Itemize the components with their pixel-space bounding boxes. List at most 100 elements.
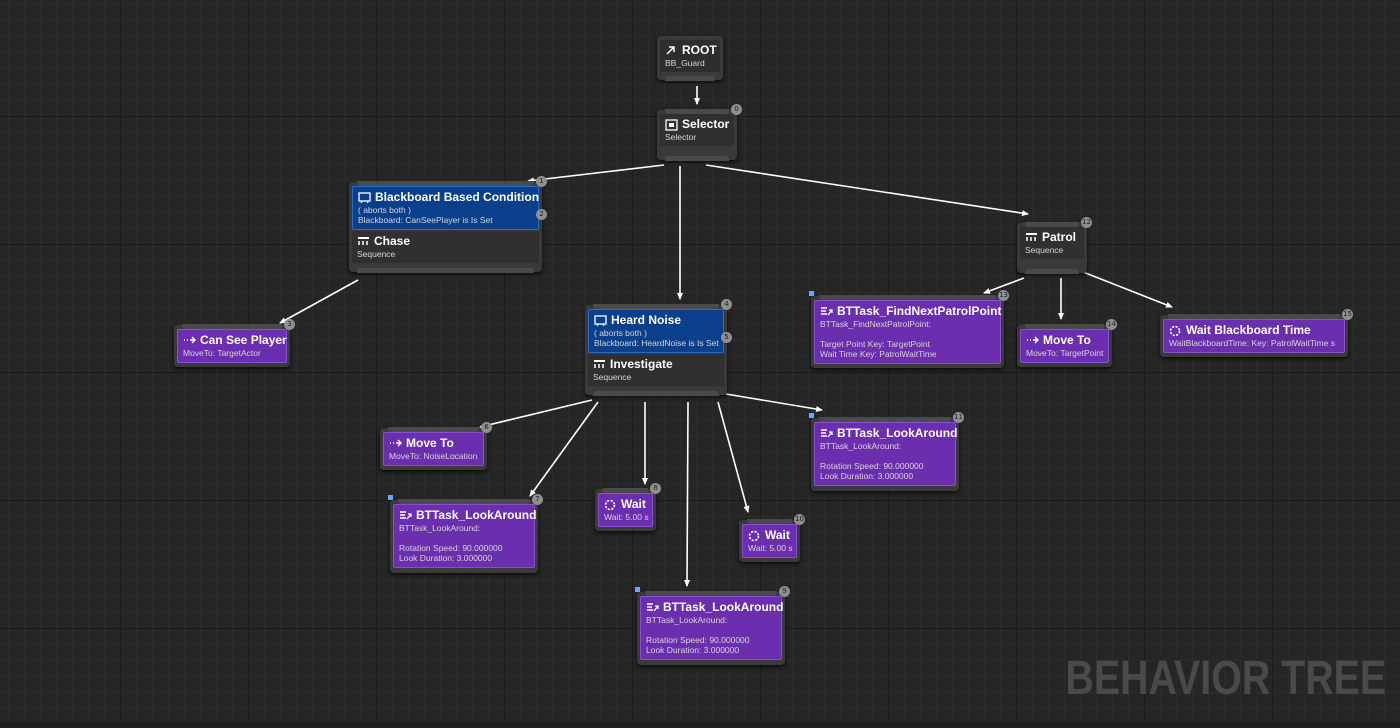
investigate-title: Investigate [610, 357, 673, 371]
breakpoint-marker [388, 495, 393, 500]
lookaround-3-body: BTTask_LookAround BTTask_LookAround: Rot… [814, 422, 958, 486]
lookaround-node-1[interactable]: 7 BTTask_LookAround BTTask_LookAround: R… [388, 494, 543, 573]
selector-node[interactable]: 0 Selector Selector [657, 104, 742, 161]
decorator-abort: ( aborts both ) [358, 205, 411, 215]
wait-1-duration: Wait: 5.00 s [604, 512, 649, 522]
patrol-body: Patrol Sequence [1020, 227, 1084, 259]
task-icon [646, 602, 659, 613]
task-icon [820, 428, 833, 439]
move-to-target-title: Move To [1043, 333, 1091, 347]
wait-2-body: Wait Wait: 5.00 s [742, 524, 797, 558]
root-blackboard: BB_Guard [665, 58, 705, 68]
decorator-icon [594, 315, 607, 327]
selector-body: Selector Selector [660, 114, 734, 146]
can-see-player-target: MoveTo: TargetActor [183, 348, 261, 358]
selector-type: Selector [665, 132, 697, 142]
graph-watermark: BEHAVIOR TREE [1065, 652, 1386, 705]
wait-blackboard-time-node[interactable]: 15 Wait Blackboard Time WaitBlackboardTi… [1160, 309, 1353, 357]
chase-title: Chase [374, 234, 411, 248]
blackboard-decorator[interactable]: Blackboard Based Condition ( aborts both… [352, 186, 547, 230]
sequence-icon [1025, 232, 1038, 243]
wait-bb-key: WaitBlackboardTime: Key: PatrolWaitTime … [1169, 338, 1335, 348]
find-patrol-class: BTTask_FindNextPatrolPoint: [820, 319, 932, 329]
chase-type: Sequence [357, 249, 396, 259]
move-to-target-node[interactable]: 14 Move To MoveTo: TargetPoint [1017, 319, 1117, 367]
move-to-icon [183, 335, 196, 346]
root-node-body: ROOT BB_Guard [660, 40, 720, 72]
find-patrol-point-node[interactable]: 13 BTTask_FindNextPatrolPoint BTTask_Fin… [809, 290, 1009, 368]
breakpoint-marker [809, 413, 814, 418]
wait-1-title: Wait [621, 497, 646, 511]
can-see-player-title: Can See Player [200, 333, 287, 347]
wait-bb-title: Wait Blackboard Time [1186, 323, 1311, 337]
chase-body: Chase Sequence [352, 231, 539, 263]
lookaround-3-duration: Look Duration: 3.000000 [820, 471, 914, 481]
lookaround-2-body: BTTask_LookAround BTTask_LookAround: Rot… [640, 596, 784, 660]
lookaround-1-class: BTTask_LookAround: [399, 523, 481, 533]
move-to-noise-target: MoveTo: NoiseLocation [389, 451, 478, 461]
wire-investigate-moveto [479, 399, 593, 429]
wait-1-body: Wait Wait: 5.00 s [598, 493, 653, 527]
find-patrol-body: BTTask_FindNextPatrolPoint BTTask_FindNe… [814, 300, 1001, 364]
decorator-icon [358, 192, 371, 204]
root-title: ROOT [682, 43, 717, 57]
patrol-node[interactable]: 12 Patrol Sequence [1017, 217, 1092, 274]
wait-icon [604, 499, 617, 511]
chase-node[interactable]: 1 Blackboard Based Condition ( aborts bo… [349, 176, 547, 273]
lookaround-1-rotation: Rotation Speed: 90.000000 [399, 543, 503, 553]
decorator-index: 5 [721, 332, 732, 343]
can-see-player-node[interactable]: 3 Can See Player MoveTo: TargetActor [174, 319, 295, 367]
wire-selector-patrol [705, 164, 1029, 217]
lookaround-node-3[interactable]: 11 BTTask_LookAround BTTask_LookAround: … [809, 412, 964, 491]
investigate-type: Sequence [593, 372, 632, 382]
find-patrol-title: BTTask_FindNextPatrolPoint [837, 304, 1002, 318]
wire-investigate-lookaround2 [684, 401, 691, 587]
can-see-player-body: Can See Player MoveTo: TargetActor [177, 329, 287, 363]
lookaround-node-2[interactable]: 9 BTTask_LookAround BTTask_LookAround: R… [635, 586, 790, 665]
wire-patrol-waitbb [1082, 271, 1173, 308]
wire-chase-canseeplayer [279, 279, 359, 324]
lookaround-3-class: BTTask_LookAround: [820, 441, 902, 451]
lookaround-2-duration: Look Duration: 3.000000 [646, 645, 740, 655]
investigate-node[interactable]: 4 Heard Noise ( aborts both ) Blackboard… [585, 299, 732, 396]
task-icon [820, 306, 833, 317]
heard-noise-decorator[interactable]: Heard Noise ( aborts both ) Blackboard: … [588, 309, 732, 353]
move-to-noise-title: Move To [406, 436, 454, 450]
sequence-icon [593, 359, 606, 370]
decorator-index: 2 [536, 209, 547, 220]
sequence-icon [357, 236, 370, 247]
wait-node-1[interactable]: 8 Wait Wait: 5.00 s [595, 483, 661, 531]
wait-icon [748, 530, 761, 542]
wait-2-duration: Wait: 5.00 s [748, 543, 793, 553]
wire-selector-chase [527, 164, 665, 184]
decorator-condition: Blackboard: HeardNoise is Is Set [594, 338, 719, 348]
decorator-condition: Blackboard: CanSeePlayer is Is Set [358, 215, 493, 225]
find-patrol-wait-key: Wait Time Key: PatrolWaitTime [820, 349, 937, 359]
lookaround-3-rotation: Rotation Speed: 90.000000 [820, 461, 924, 471]
selector-title: Selector [682, 117, 730, 131]
patrol-title: Patrol [1042, 230, 1077, 244]
lookaround-2-title: BTTask_LookAround [663, 600, 784, 614]
wait-2-title: Wait [765, 528, 790, 542]
move-to-target-key: MoveTo: TargetPoint [1026, 348, 1104, 358]
task-icon [399, 510, 412, 521]
move-to-noise-body: Move To MoveTo: NoiseLocation [383, 432, 484, 466]
lookaround-1-title: BTTask_LookAround [416, 508, 537, 522]
root-node[interactable]: ROOT BB_Guard [657, 36, 723, 81]
patrol-type: Sequence [1025, 245, 1064, 255]
wait-icon [1169, 325, 1182, 337]
bottom-bar [0, 722, 1400, 728]
move-to-icon [1026, 335, 1039, 346]
move-to-icon [389, 438, 402, 449]
lookaround-2-rotation: Rotation Speed: 90.000000 [646, 635, 750, 645]
wire-investigate-lookaround1 [529, 401, 599, 497]
find-patrol-target-key: Target Point Key: TargetPoint [820, 339, 930, 349]
wait-node-2[interactable]: 10 Wait Wait: 5.00 s [739, 514, 805, 562]
decorator-abort: ( aborts both ) [594, 328, 647, 338]
move-to-noise-node[interactable]: 6 Move To MoveTo: NoiseLocation [380, 422, 492, 470]
investigate-body: Investigate Sequence [588, 354, 724, 386]
lookaround-1-body: BTTask_LookAround BTTask_LookAround: Rot… [393, 504, 537, 568]
decorator-title: Blackboard Based Condition [375, 190, 540, 204]
lookaround-3-title: BTTask_LookAround [837, 426, 958, 440]
wire-investigate-lookaround3 [725, 393, 823, 412]
